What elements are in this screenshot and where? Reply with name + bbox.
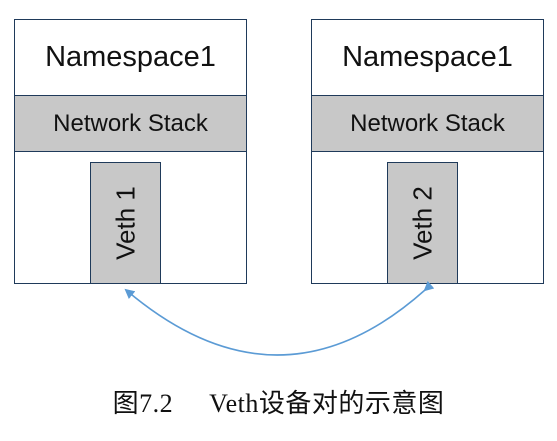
figure-number: 图7.2 bbox=[112, 389, 174, 418]
figure-caption: 图7.2 Veth设备对的示意图 bbox=[0, 383, 557, 420]
connector-arc bbox=[124, 280, 435, 356]
left-namespace-box: Namespace1 Network Stack Veth 1 bbox=[14, 19, 247, 284]
right-network-stack: Network Stack bbox=[312, 95, 543, 152]
figure-caption-text: Veth设备对的示意图 bbox=[209, 389, 445, 418]
right-namespace-title: Namespace1 bbox=[342, 41, 513, 73]
right-namespace-box: Namespace1 Network Stack Veth 2 bbox=[311, 19, 544, 284]
right-veth-label: Veth 2 bbox=[407, 186, 437, 260]
left-network-stack: Network Stack bbox=[15, 95, 246, 152]
right-veth-box: Veth 2 bbox=[387, 162, 458, 283]
left-veth-box: Veth 1 bbox=[90, 162, 161, 283]
left-veth-label: Veth 1 bbox=[110, 186, 140, 260]
left-namespace-title: Namespace1 bbox=[45, 41, 216, 73]
